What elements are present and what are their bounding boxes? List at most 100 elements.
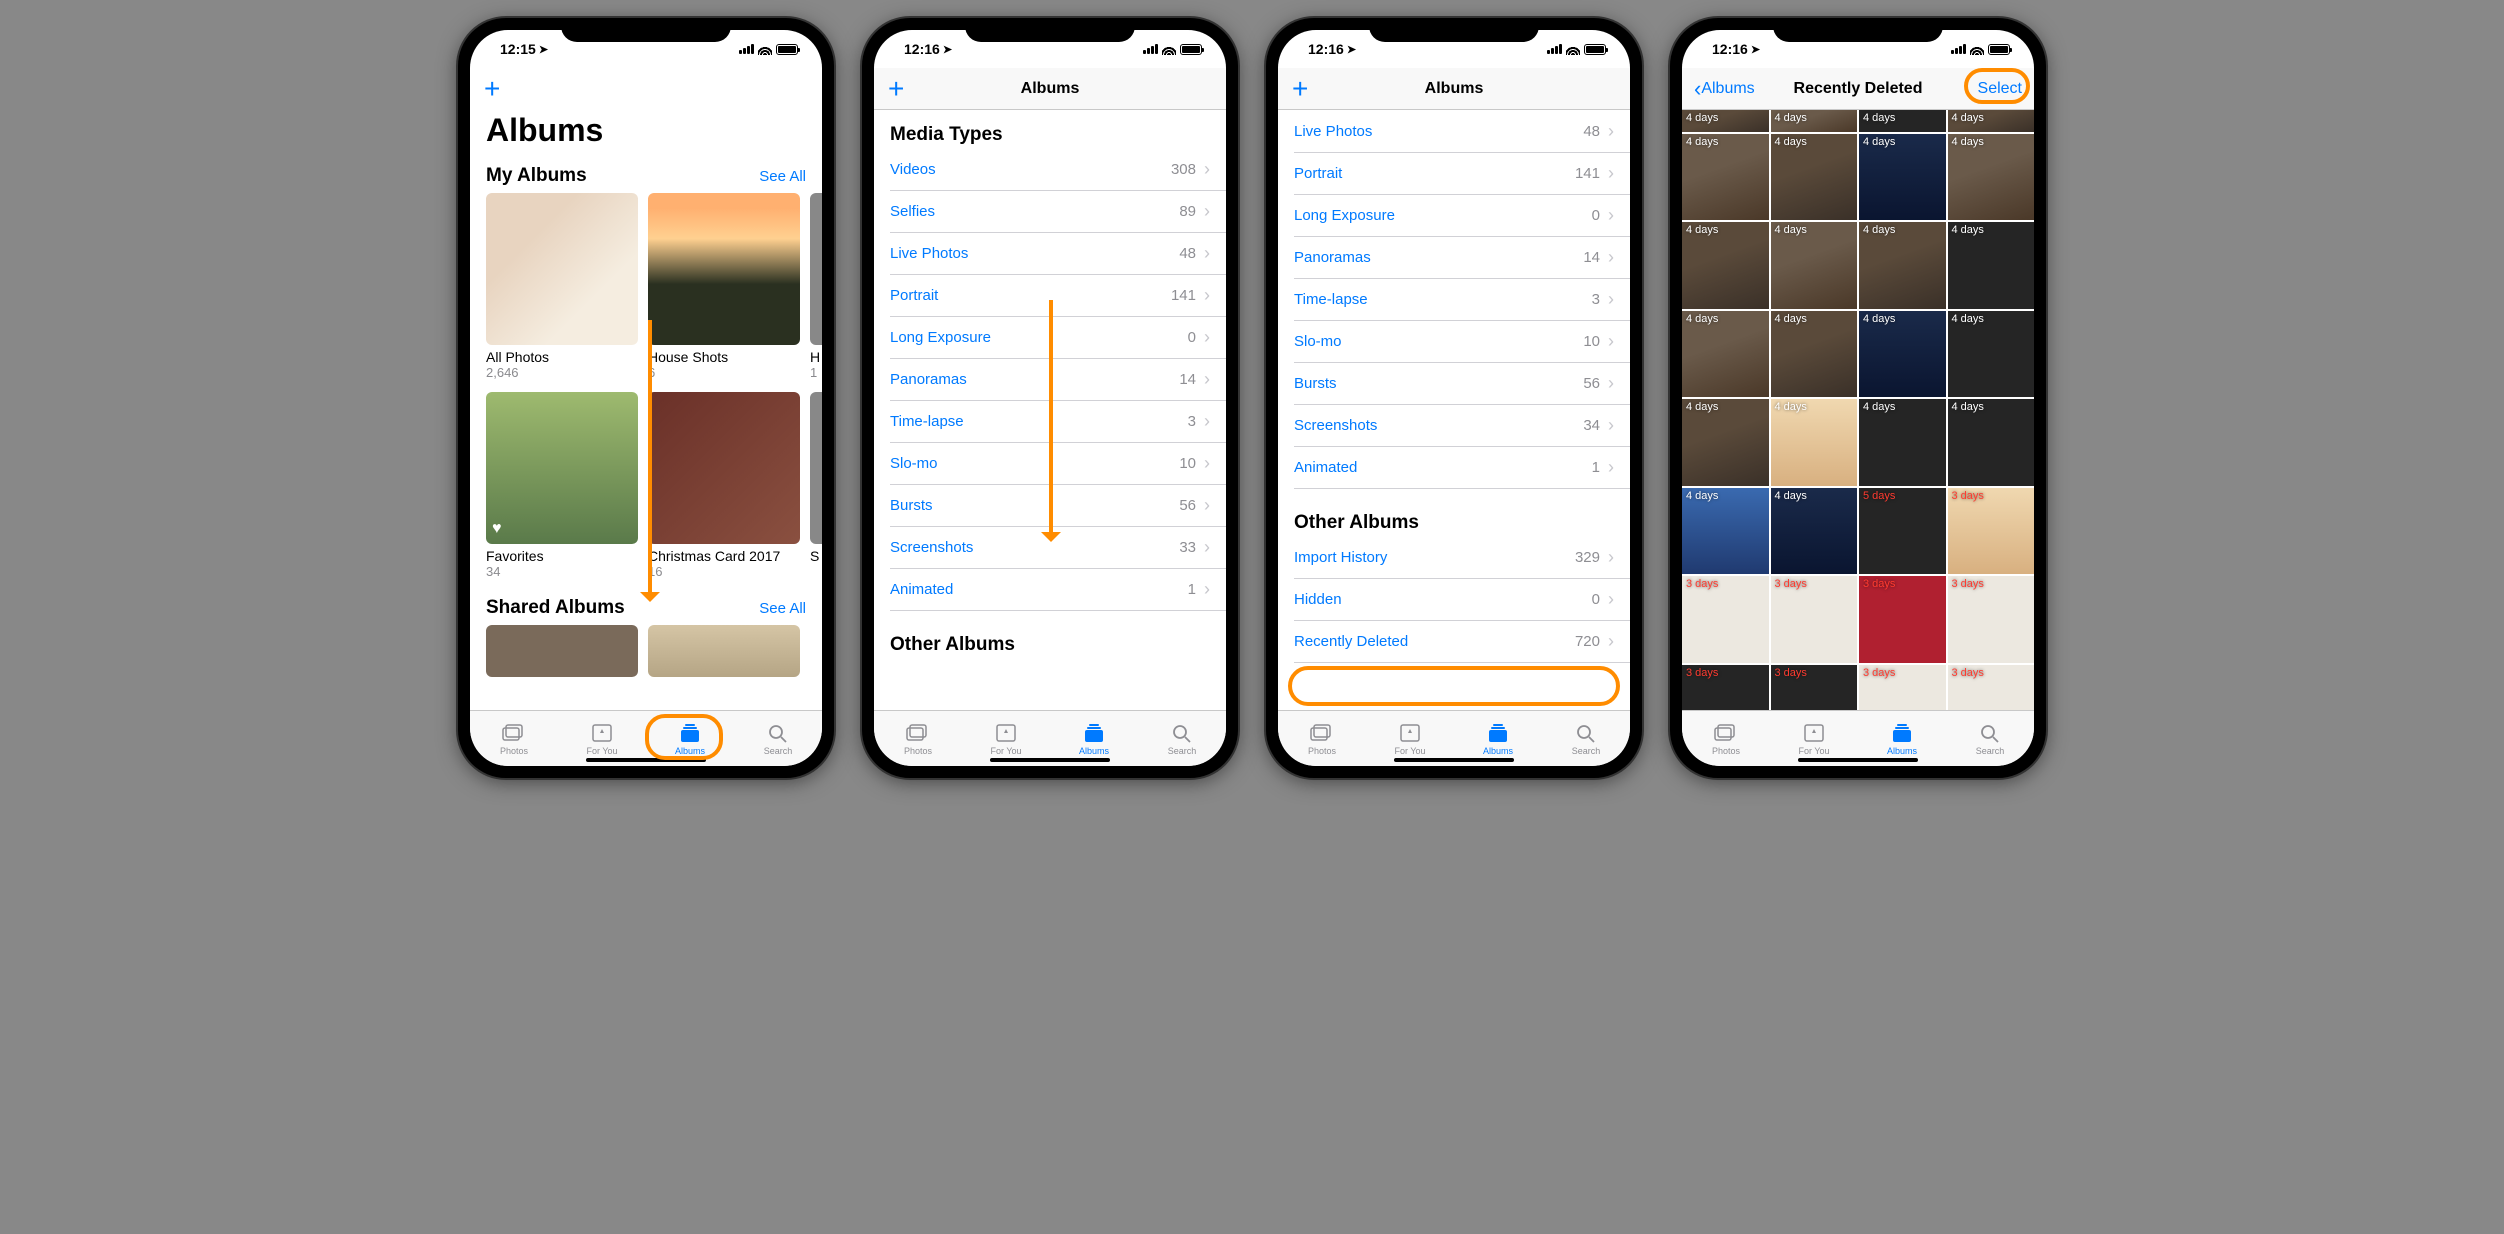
photo-thumbnail[interactable]: 4 days xyxy=(1859,134,1946,221)
row-count: 0 xyxy=(1188,329,1196,346)
nav-title: Albums xyxy=(1021,80,1080,98)
days-remaining-label: 4 days xyxy=(1775,112,1807,124)
media-row-videos[interactable]: Videos308› xyxy=(874,148,1226,190)
media-row-panoramas[interactable]: Panoramas14› xyxy=(874,358,1226,400)
add-button[interactable]: + xyxy=(484,75,500,103)
photo-thumbnail[interactable]: 4 days xyxy=(1682,110,1769,132)
home-indicator[interactable] xyxy=(586,758,706,762)
photo-thumbnail[interactable]: 4 days xyxy=(1771,134,1858,221)
media-row-screenshots[interactable]: Screenshots33› xyxy=(874,526,1226,568)
photo-thumbnail[interactable]: 4 days xyxy=(1948,222,2035,309)
other-albums-header: Other Albums xyxy=(1278,488,1630,536)
photo-thumbnail[interactable]: 3 days xyxy=(1948,488,2035,575)
chevron-right-icon: › xyxy=(1608,289,1614,310)
add-button[interactable]: + xyxy=(888,75,904,103)
row-count: 34 xyxy=(1583,417,1600,434)
tab-search[interactable]: Search xyxy=(1138,711,1226,766)
media-row-bursts[interactable]: Bursts56› xyxy=(874,484,1226,526)
tab-search[interactable]: Search xyxy=(1542,711,1630,766)
album-partial[interactable]: H 1 xyxy=(810,193,822,380)
media-row-live-photos[interactable]: Live Photos48› xyxy=(874,232,1226,274)
add-button[interactable]: + xyxy=(1292,75,1308,103)
photo-thumbnail[interactable]: 4 days xyxy=(1771,222,1858,309)
album-all-photos[interactable]: All Photos 2,646 xyxy=(486,193,638,380)
media-row-portrait[interactable]: Portrait141› xyxy=(1278,152,1630,194)
photo-thumbnail[interactable]: 4 days xyxy=(1682,399,1769,486)
photo-thumbnail[interactable]: 4 days xyxy=(1771,488,1858,575)
photo-thumbnail[interactable]: 4 days xyxy=(1771,399,1858,486)
row-count: 3 xyxy=(1188,413,1196,430)
media-row-portrait[interactable]: Portrait141› xyxy=(874,274,1226,316)
photo-thumbnail[interactable]: 4 days xyxy=(1948,134,2035,221)
row-label: Videos xyxy=(890,161,1171,178)
photo-thumbnail[interactable]: 5 days xyxy=(1859,488,1946,575)
home-indicator[interactable] xyxy=(990,758,1110,762)
album-partial-2[interactable]: S xyxy=(810,392,822,579)
photo-thumbnail[interactable]: 4 days xyxy=(1771,110,1858,132)
media-row-slo-mo[interactable]: Slo-mo10› xyxy=(874,442,1226,484)
media-row-slo-mo[interactable]: Slo-mo10› xyxy=(1278,320,1630,362)
photo-thumbnail[interactable]: 4 days xyxy=(1682,488,1769,575)
tab-photos[interactable]: Photos xyxy=(874,711,962,766)
row-count: 10 xyxy=(1179,455,1196,472)
media-row-long-exposure[interactable]: Long Exposure0› xyxy=(1278,194,1630,236)
tab-photos[interactable]: Photos xyxy=(1682,711,1770,766)
media-row-panoramas[interactable]: Panoramas14› xyxy=(1278,236,1630,278)
chevron-right-icon: › xyxy=(1204,369,1210,390)
photo-thumbnail[interactable]: 4 days xyxy=(1859,110,1946,132)
photo-thumbnail[interactable]: 4 days xyxy=(1948,311,2035,398)
photo-thumbnail[interactable]: 3 days xyxy=(1948,665,2035,710)
photo-thumbnail[interactable]: 3 days xyxy=(1771,665,1858,710)
chevron-right-icon: › xyxy=(1608,589,1614,610)
media-row-time-lapse[interactable]: Time-lapse3› xyxy=(874,400,1226,442)
shared-album-2[interactable] xyxy=(648,625,800,677)
media-row-long-exposure[interactable]: Long Exposure0› xyxy=(874,316,1226,358)
media-row-time-lapse[interactable]: Time-lapse3› xyxy=(1278,278,1630,320)
media-row-live-photos[interactable]: Live Photos48› xyxy=(1278,110,1630,152)
tab-photos[interactable]: Photos xyxy=(1278,711,1366,766)
home-indicator[interactable] xyxy=(1798,758,1918,762)
shared-album-1[interactable] xyxy=(486,625,638,677)
days-remaining-label: 3 days xyxy=(1775,667,1807,679)
row-count: 1 xyxy=(1592,459,1600,476)
media-row-selfies[interactable]: Selfies89› xyxy=(874,190,1226,232)
days-remaining-label: 4 days xyxy=(1686,313,1718,325)
photo-thumbnail[interactable]: 4 days xyxy=(1771,311,1858,398)
chevron-right-icon: › xyxy=(1204,201,1210,222)
back-button[interactable]: ‹Albums xyxy=(1694,76,1755,102)
photo-thumbnail[interactable]: 3 days xyxy=(1771,576,1858,663)
media-row-animated[interactable]: Animated1› xyxy=(874,568,1226,610)
album-favorites[interactable]: ♥ Favorites 34 xyxy=(486,392,638,579)
row-label: Hidden xyxy=(1294,591,1592,608)
cellular-icon xyxy=(739,44,754,54)
other-row-recently-deleted[interactable]: Recently Deleted720› xyxy=(1278,620,1630,662)
media-row-screenshots[interactable]: Screenshots34› xyxy=(1278,404,1630,446)
other-row-import-history[interactable]: Import History329› xyxy=(1278,536,1630,578)
row-label: Recently Deleted xyxy=(1294,633,1575,650)
photo-thumbnail[interactable]: 4 days xyxy=(1859,311,1946,398)
photo-thumbnail[interactable]: 3 days xyxy=(1859,665,1946,710)
photo-thumbnail[interactable]: 3 days xyxy=(1682,576,1769,663)
tab-search[interactable]: Search xyxy=(734,711,822,766)
photo-thumbnail[interactable]: 4 days xyxy=(1948,110,2035,132)
media-row-animated[interactable]: Animated1› xyxy=(1278,446,1630,488)
photo-thumbnail[interactable]: 4 days xyxy=(1948,399,2035,486)
photo-thumbnail[interactable]: 4 days xyxy=(1859,222,1946,309)
other-row-hidden[interactable]: Hidden0› xyxy=(1278,578,1630,620)
album-house-shots[interactable]: House Shots 6 xyxy=(648,193,800,380)
photo-thumbnail[interactable]: 3 days xyxy=(1948,576,2035,663)
photo-thumbnail[interactable]: 4 days xyxy=(1859,399,1946,486)
album-christmas[interactable]: Christmas Card 2017 16 xyxy=(648,392,800,579)
tab-photos[interactable]: Photos xyxy=(470,711,558,766)
media-row-bursts[interactable]: Bursts56› xyxy=(1278,362,1630,404)
photo-thumbnail[interactable]: 4 days xyxy=(1682,134,1769,221)
home-indicator[interactable] xyxy=(1394,758,1514,762)
photo-thumbnail[interactable]: 4 days xyxy=(1682,311,1769,398)
tab-search[interactable]: Search xyxy=(1946,711,2034,766)
select-button[interactable]: Select xyxy=(1978,80,2022,98)
photo-thumbnail[interactable]: 3 days xyxy=(1682,665,1769,710)
see-all-shared[interactable]: See All xyxy=(759,600,806,617)
see-all-my[interactable]: See All xyxy=(759,168,806,185)
photo-thumbnail[interactable]: 3 days xyxy=(1859,576,1946,663)
photo-thumbnail[interactable]: 4 days xyxy=(1682,222,1769,309)
